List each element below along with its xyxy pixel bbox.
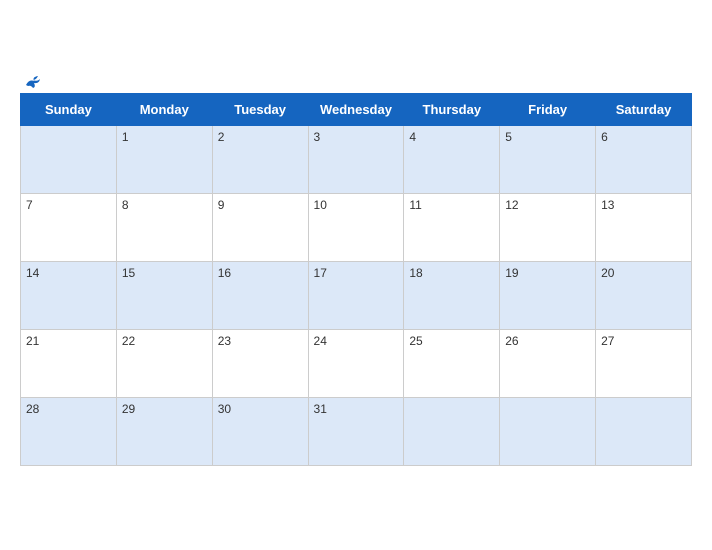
calendar-day-13: 13 bbox=[596, 193, 692, 261]
day-number: 24 bbox=[314, 334, 327, 348]
weekday-header-friday: Friday bbox=[500, 93, 596, 125]
calendar-day-18: 18 bbox=[404, 261, 500, 329]
calendar-empty-cell bbox=[404, 397, 500, 465]
calendar-week-row-4: 28 29 30 31 bbox=[21, 397, 692, 465]
calendar-header bbox=[20, 75, 692, 87]
calendar-week-row-1: 7 8 9 10 11 12 13 bbox=[21, 193, 692, 261]
calendar-day-26: 26 bbox=[500, 329, 596, 397]
calendar-container: SundayMondayTuesdayWednesdayThursdayFrid… bbox=[0, 65, 712, 486]
day-number: 30 bbox=[218, 402, 231, 416]
calendar-day-31: 31 bbox=[308, 397, 404, 465]
day-number: 3 bbox=[314, 130, 321, 144]
weekday-header-saturday: Saturday bbox=[596, 93, 692, 125]
calendar-day-24: 24 bbox=[308, 329, 404, 397]
calendar-day-17: 17 bbox=[308, 261, 404, 329]
day-number: 18 bbox=[409, 266, 422, 280]
day-number: 2 bbox=[218, 130, 225, 144]
day-number: 19 bbox=[505, 266, 518, 280]
calendar-day-16: 16 bbox=[212, 261, 308, 329]
calendar-day-27: 27 bbox=[596, 329, 692, 397]
day-number: 12 bbox=[505, 198, 518, 212]
weekday-header-tuesday: Tuesday bbox=[212, 93, 308, 125]
calendar-day-14: 14 bbox=[21, 261, 117, 329]
day-number: 26 bbox=[505, 334, 518, 348]
calendar-day-22: 22 bbox=[116, 329, 212, 397]
weekday-header-monday: Monday bbox=[116, 93, 212, 125]
weekday-header-row: SundayMondayTuesdayWednesdayThursdayFrid… bbox=[21, 93, 692, 125]
calendar-day-7: 7 bbox=[21, 193, 117, 261]
day-number: 23 bbox=[218, 334, 231, 348]
weekday-header-wednesday: Wednesday bbox=[308, 93, 404, 125]
day-number: 22 bbox=[122, 334, 135, 348]
day-number: 7 bbox=[26, 198, 33, 212]
day-number: 20 bbox=[601, 266, 614, 280]
calendar-day-21: 21 bbox=[21, 329, 117, 397]
day-number: 5 bbox=[505, 130, 512, 144]
calendar-day-19: 19 bbox=[500, 261, 596, 329]
calendar-day-28: 28 bbox=[21, 397, 117, 465]
calendar-day-3: 3 bbox=[308, 125, 404, 193]
day-number: 15 bbox=[122, 266, 135, 280]
day-number: 27 bbox=[601, 334, 614, 348]
calendar-day-11: 11 bbox=[404, 193, 500, 261]
calendar-day-23: 23 bbox=[212, 329, 308, 397]
day-number: 11 bbox=[409, 198, 421, 212]
calendar-day-30: 30 bbox=[212, 397, 308, 465]
weekday-header-sunday: Sunday bbox=[21, 93, 117, 125]
day-number: 17 bbox=[314, 266, 327, 280]
calendar-day-6: 6 bbox=[596, 125, 692, 193]
day-number: 21 bbox=[26, 334, 39, 348]
calendar-day-15: 15 bbox=[116, 261, 212, 329]
day-number: 29 bbox=[122, 402, 135, 416]
calendar-day-5: 5 bbox=[500, 125, 596, 193]
day-number: 8 bbox=[122, 198, 129, 212]
calendar-day-1: 1 bbox=[116, 125, 212, 193]
day-number: 9 bbox=[218, 198, 225, 212]
day-number: 31 bbox=[314, 402, 327, 416]
day-number: 16 bbox=[218, 266, 231, 280]
day-number: 4 bbox=[409, 130, 416, 144]
calendar-day-9: 9 bbox=[212, 193, 308, 261]
calendar-empty-cell bbox=[596, 397, 692, 465]
calendar-day-12: 12 bbox=[500, 193, 596, 261]
day-number: 1 bbox=[122, 130, 129, 144]
calendar-week-row-0: 1 2 3 4 5 6 bbox=[21, 125, 692, 193]
calendar-empty-cell bbox=[500, 397, 596, 465]
calendar-day-25: 25 bbox=[404, 329, 500, 397]
day-number: 25 bbox=[409, 334, 422, 348]
day-number: 14 bbox=[26, 266, 39, 280]
weekday-header-thursday: Thursday bbox=[404, 93, 500, 125]
day-number: 13 bbox=[601, 198, 614, 212]
day-number: 6 bbox=[601, 130, 608, 144]
calendar-day-8: 8 bbox=[116, 193, 212, 261]
logo-bird-icon bbox=[24, 75, 42, 89]
calendar-day-29: 29 bbox=[116, 397, 212, 465]
calendar-day-10: 10 bbox=[308, 193, 404, 261]
day-number: 28 bbox=[26, 402, 39, 416]
logo-area bbox=[20, 75, 42, 89]
calendar-week-row-3: 21 22 23 24 25 26 27 bbox=[21, 329, 692, 397]
calendar-day-2: 2 bbox=[212, 125, 308, 193]
calendar-table: SundayMondayTuesdayWednesdayThursdayFrid… bbox=[20, 93, 692, 466]
calendar-empty-cell bbox=[21, 125, 117, 193]
day-number: 10 bbox=[314, 198, 327, 212]
calendar-week-row-2: 14 15 16 17 18 19 20 bbox=[21, 261, 692, 329]
calendar-day-4: 4 bbox=[404, 125, 500, 193]
calendar-day-20: 20 bbox=[596, 261, 692, 329]
